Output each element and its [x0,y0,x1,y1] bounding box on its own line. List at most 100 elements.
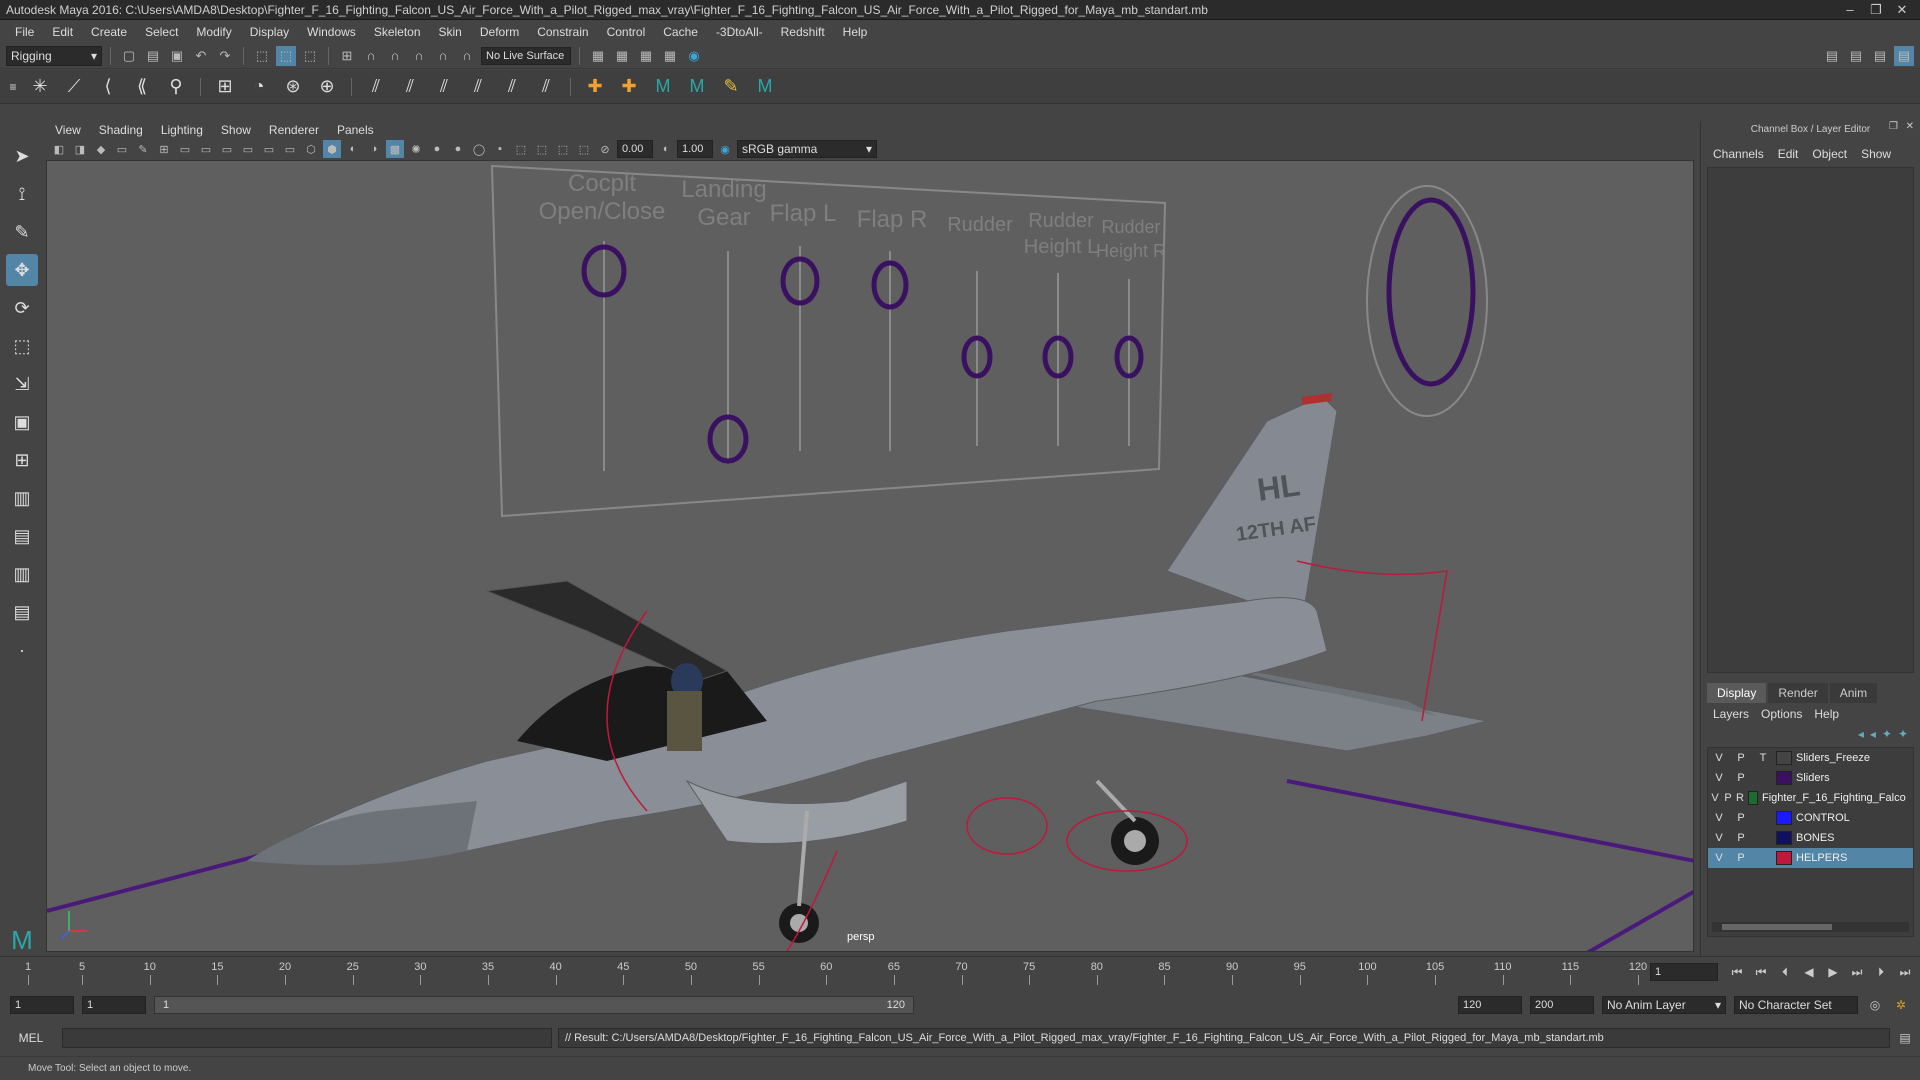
four-view-icon[interactable]: ⊞ [6,444,38,476]
smooth-shade-icon[interactable]: ⬢ [323,140,341,158]
layer-visibility[interactable]: V [1708,812,1730,824]
panel-menu-view[interactable]: View [46,121,90,139]
film-gate-icon[interactable]: ▭ [176,140,194,158]
image-plane-icon[interactable]: ▭ [113,140,131,158]
gear-control-curve[interactable] [966,797,1048,855]
xray-joints-icon[interactable]: ⬚ [554,140,572,158]
snap-view-icon[interactable]: ∩ [409,46,429,66]
channel-list[interactable] [1707,167,1914,673]
isolate-select-icon[interactable]: ⬚ [512,140,530,158]
scrollbar-thumb[interactable] [1722,924,1832,930]
tab-display[interactable]: Display [1707,683,1767,703]
menu-display[interactable]: Display [241,21,298,43]
end-time-field[interactable]: 200 [1530,996,1594,1014]
ik-fk-icon[interactable]: ✚ [615,73,643,101]
grease-pencil-icon[interactable]: ✎ [134,140,152,158]
constraint-aim-icon[interactable]: ⫽ [396,73,424,101]
layer-color-swatch[interactable] [1776,751,1792,765]
camera-attributes-icon[interactable]: ◨ [71,140,89,158]
command-input[interactable] [62,1028,552,1048]
auto-key-icon[interactable]: ◎ [1866,996,1884,1014]
layer-playback[interactable]: P [1730,852,1752,864]
preferences-icon[interactable]: ✲ [1892,996,1910,1014]
textured-icon[interactable]: ▩ [386,140,404,158]
mirror-joint-icon[interactable]: ⟪ [128,73,156,101]
maya-logo-icon[interactable]: M [751,73,779,101]
menu-constrain[interactable]: Constrain [528,21,597,43]
move-layer-down-icon[interactable]: ◂ [1870,727,1876,741]
float-panel-icon[interactable]: ❐ [1889,121,1898,132]
layer-row[interactable]: V P HELPERS [1708,848,1913,868]
layer-row[interactable]: V P BONES [1708,828,1913,848]
new-scene-icon[interactable]: ▢ [119,46,139,66]
playback-start-field[interactable]: 1 [82,996,146,1014]
humanik-icon[interactable]: ⚲ [162,73,190,101]
snap-live-icon[interactable]: ∩ [457,46,477,66]
open-scene-icon[interactable]: ▤ [143,46,163,66]
step-back-frame-icon[interactable]: ⏴ [1776,963,1794,981]
f16-model[interactable]: HL 12TH AF [245,393,1488,951]
rotate-tool-icon[interactable]: ⟳ [6,292,38,324]
step-forward-key-icon[interactable]: ⏭ [1848,963,1866,981]
smooth-bind-icon[interactable]: ◔ [245,73,273,101]
color-management-icon[interactable]: ◉ [716,140,734,158]
layer-row[interactable]: V P T Sliders_Freeze [1708,748,1913,768]
redo-icon[interactable]: ↷ [215,46,235,66]
gate-mask-icon[interactable]: ▭ [218,140,236,158]
paint-select-icon[interactable]: ✎ [6,216,38,248]
layer-playback[interactable]: P [1730,832,1752,844]
layer-visibility[interactable]: V [1708,772,1730,784]
layer-visibility[interactable]: V [1708,852,1730,864]
xray-components-icon[interactable]: ⬚ [575,140,593,158]
start-time-field[interactable]: 1 [10,996,74,1014]
menu-create[interactable]: Create [82,21,136,43]
layer-type[interactable]: R [1734,792,1746,804]
command-language[interactable]: MEL [6,1031,56,1045]
ik-spline-icon[interactable]: ⟨ [94,73,122,101]
tab-render[interactable]: Render [1768,683,1828,703]
tool-settings-icon[interactable]: ▤ [1870,46,1890,66]
snap-surface-icon[interactable]: ∩ [433,46,453,66]
layer-row[interactable]: V P R Fighter_F_16_Fighting_Falco [1708,788,1913,808]
constraint-point-icon[interactable]: ⫽ [362,73,390,101]
lasso-tool-icon[interactable]: ⟟ [6,178,38,210]
new-layer-selected-icon[interactable]: ✦ [1898,727,1908,741]
safe-action-icon[interactable]: ▭ [260,140,278,158]
layer-menu-help[interactable]: Help [1814,707,1839,721]
snap-point-icon[interactable]: ∩ [385,46,405,66]
menu-modify[interactable]: Modify [187,21,240,43]
depth-of-field-icon[interactable]: ▪ [491,140,509,158]
snap-curve-icon[interactable]: ∩ [361,46,381,66]
panel-menu-lighting[interactable]: Lighting [152,121,212,139]
close-button[interactable]: ✕ [1890,2,1914,18]
time-slider[interactable]: 1 5 10 15 20 25 30 35 40 45 50 55 60 65 70 75 80 85 90 95 10… [0,956,1920,988]
menu-3dtoall[interactable]: -3DtoAll- [707,21,772,43]
menu-cache[interactable]: Cache [654,21,707,43]
menu-deform[interactable]: Deform [471,21,528,43]
maximize-button[interactable]: ❐ [1864,2,1888,18]
menu-skin[interactable]: Skin [430,21,471,43]
playback-end-field[interactable]: 120 [1458,996,1522,1014]
viewport[interactable]: Cocplt Open/Close Landing Gear Flap L Fl… [46,160,1694,952]
cb-menu-object[interactable]: Object [1812,147,1847,161]
character-set-dropdown[interactable]: No Character Set [1734,996,1858,1014]
gamma-field[interactable]: 1.00 [677,140,713,158]
anti-alias-icon[interactable]: ◯ [470,140,488,158]
step-back-key-icon[interactable]: ⏮ [1752,963,1770,981]
hypershade-icon[interactable]: ◉ [684,46,704,66]
new-layer-icon[interactable]: ✦ [1882,727,1892,741]
render-settings-icon[interactable]: ▦ [660,46,680,66]
maya-logo-icon[interactable]: M [683,73,711,101]
xray-icon[interactable]: ⬚ [533,140,551,158]
layer-playback[interactable]: P [1730,752,1752,764]
paint-weights-icon[interactable]: ✎ [717,73,745,101]
layer-playback[interactable]: P [1730,812,1752,824]
side-by-side-icon[interactable]: ▥ [6,482,38,514]
play-backward-icon[interactable]: ◀ [1800,963,1818,981]
scale-tool-icon[interactable]: ⬚ [6,330,38,362]
constraint-scale-icon[interactable]: ⫽ [464,73,492,101]
layer-color-swatch[interactable] [1776,811,1792,825]
persp-outliner-icon[interactable]: ▥ [6,558,38,590]
layer-row[interactable]: V P CONTROL [1708,808,1913,828]
go-to-end-icon[interactable]: ⏭ [1896,963,1914,981]
